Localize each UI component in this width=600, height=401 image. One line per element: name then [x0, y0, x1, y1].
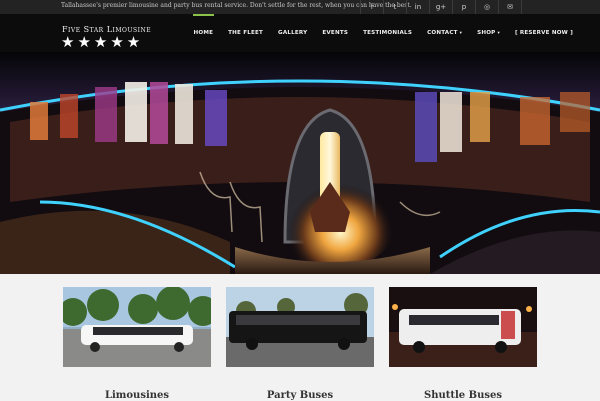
nav-gallery[interactable]: GALLERY	[271, 14, 315, 52]
service-title[interactable]: Shuttle Buses	[389, 390, 537, 401]
nav-shop[interactable]: SHOP ▾	[470, 14, 508, 52]
white-limousine-photo[interactable]	[63, 287, 211, 367]
chevron-down-icon: ▾	[459, 30, 463, 36]
nav-label: TESTIMONIALS	[363, 30, 413, 36]
five-star-icon: ★★★★★	[61, 33, 144, 51]
chevron-down-icon: ▾	[497, 30, 500, 36]
nav-label: EVENTS	[322, 30, 349, 36]
nav-testimonials[interactable]: TESTIMONIALS	[356, 14, 420, 52]
nav-home[interactable]: HOME	[186, 14, 221, 52]
white-shuttle-bus-photo[interactable]	[389, 287, 537, 367]
service-card-limousines[interactable]: Limousines	[63, 287, 211, 401]
service-title[interactable]: Party Buses	[226, 390, 374, 401]
service-card-party-buses[interactable]: Party Buses	[226, 287, 374, 401]
pinterest-icon[interactable]: p	[452, 0, 475, 14]
nav-label: HOME	[193, 30, 214, 36]
nav-reserve-now[interactable]: [ RESERVE NOW ]	[507, 14, 580, 52]
linkedin-icon[interactable]: in	[406, 0, 429, 14]
black-party-bus-photo[interactable]	[226, 287, 374, 367]
nav-the-fleet[interactable]: THE FLEET	[221, 14, 271, 52]
email-icon[interactable]: ✉	[498, 0, 522, 14]
top-bar: Tallahassee's premier limousine and part…	[0, 0, 600, 14]
google-plus-icon[interactable]: g+	[429, 0, 452, 14]
facebook-icon[interactable]: f	[360, 0, 383, 14]
instagram-icon[interactable]: ◎	[475, 0, 498, 14]
social-links: f t in g+ p ◎ ✉	[360, 0, 522, 14]
services-section: Limousines Party Buses Shuttle Buses	[0, 274, 600, 401]
nav-label: [ RESERVE NOW ]	[514, 30, 573, 36]
nav-label: THE FLEET	[228, 30, 264, 36]
nav-events[interactable]: EVENTS	[315, 14, 356, 52]
nav-label: CONTACT	[427, 30, 458, 36]
nav-label: SHOP	[477, 30, 496, 36]
nav-contact[interactable]: CONTACT ▾	[420, 14, 470, 52]
main-nav: HOME THE FLEET GALLERY EVENTS TESTIMONIA…	[186, 14, 580, 52]
nav-label: GALLERY	[278, 30, 308, 36]
twitter-icon[interactable]: t	[383, 0, 406, 14]
service-card-shuttle-buses[interactable]: Shuttle Buses	[389, 287, 537, 401]
hero-image	[0, 52, 600, 274]
service-title[interactable]: Limousines	[63, 390, 211, 401]
